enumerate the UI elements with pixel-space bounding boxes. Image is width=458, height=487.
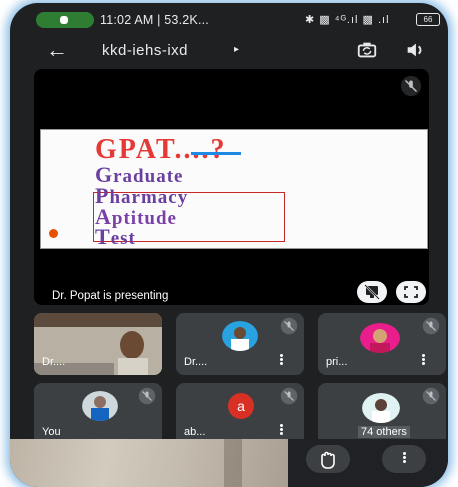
avatar: a — [228, 393, 254, 419]
active-mic-indicator[interactable] — [36, 12, 94, 28]
stop-presenting-button[interactable] — [357, 281, 387, 303]
fullscreen-icon — [404, 286, 418, 298]
participant-tile[interactable]: Dr.... — [34, 313, 162, 375]
avatar — [222, 321, 258, 351]
participant-tile[interactable]: a ab... — [176, 383, 304, 445]
presenting-label: Dr. Popat is presenting — [52, 290, 169, 302]
pointer-dot-icon — [49, 229, 58, 238]
vertical-dots-icon[interactable] — [278, 423, 284, 439]
others-count: 74 others — [358, 426, 410, 438]
vertical-dots-icon[interactable] — [420, 353, 426, 369]
slide-line: Test — [95, 224, 136, 249]
status-bar: 11:02 AM | 53.2K... ✱ ▩ ⁴ᴳ.ıl ▩ .ıl 66 — [10, 3, 448, 33]
speaker-icon[interactable] — [404, 39, 426, 61]
meeting-title[interactable]: kkd-iehs-ixd — [102, 42, 188, 59]
raise-hand-button[interactable] — [306, 445, 350, 473]
battery-icon: 66 — [416, 13, 440, 26]
mic-off-icon — [422, 317, 440, 335]
avatar — [360, 323, 400, 353]
present-off-icon — [364, 284, 380, 300]
avatar — [362, 393, 400, 423]
back-arrow-icon[interactable]: ← — [46, 39, 68, 61]
status-time: 11:02 AM | 53.2K... — [100, 13, 209, 27]
avatar — [82, 391, 118, 421]
presentation-view[interactable]: GPAT....? Graduate Pharmacy Aptitude Tes… — [34, 69, 429, 305]
hand-icon — [321, 451, 335, 469]
mic-off-icon — [422, 387, 440, 405]
participant-name: You — [42, 426, 61, 438]
participant-tile-self[interactable]: You — [34, 383, 162, 445]
others-tile[interactable]: 74 others — [318, 383, 446, 445]
vertical-dots-icon[interactable] — [278, 353, 284, 369]
participant-name: Dr.... — [184, 356, 208, 368]
participant-name: pri... — [326, 356, 348, 368]
caret-right-icon[interactable]: ▸ — [234, 44, 239, 55]
participant-name: Dr.... — [42, 356, 66, 368]
network-status-icons: ✱ ▩ ⁴ᴳ.ıl ▩ .ıl — [305, 14, 390, 26]
mic-off-icon — [138, 387, 156, 405]
participant-tile[interactable]: Dr.... — [176, 313, 304, 375]
slide-highlight-mark — [191, 152, 241, 155]
shared-slide: GPAT....? Graduate Pharmacy Aptitude Tes… — [40, 129, 428, 249]
mic-icon — [60, 16, 68, 24]
fullscreen-button[interactable] — [396, 281, 426, 303]
mic-off-icon — [400, 75, 422, 97]
participant-tile[interactable]: pri... — [318, 313, 446, 375]
participant-name: ab... — [184, 426, 206, 438]
more-options-button[interactable] — [382, 445, 426, 473]
mic-off-icon — [280, 317, 298, 335]
camera-switch-icon[interactable] — [356, 39, 378, 61]
self-camera-preview[interactable] — [10, 439, 288, 487]
app-bar: ← kkd-iehs-ixd ▸ — [10, 33, 448, 67]
phone-screen: 11:02 AM | 53.2K... ✱ ▩ ⁴ᴳ.ıl ▩ .ıl 66 ←… — [10, 3, 448, 487]
mic-off-icon — [280, 387, 298, 405]
vertical-dots-icon — [401, 451, 407, 467]
